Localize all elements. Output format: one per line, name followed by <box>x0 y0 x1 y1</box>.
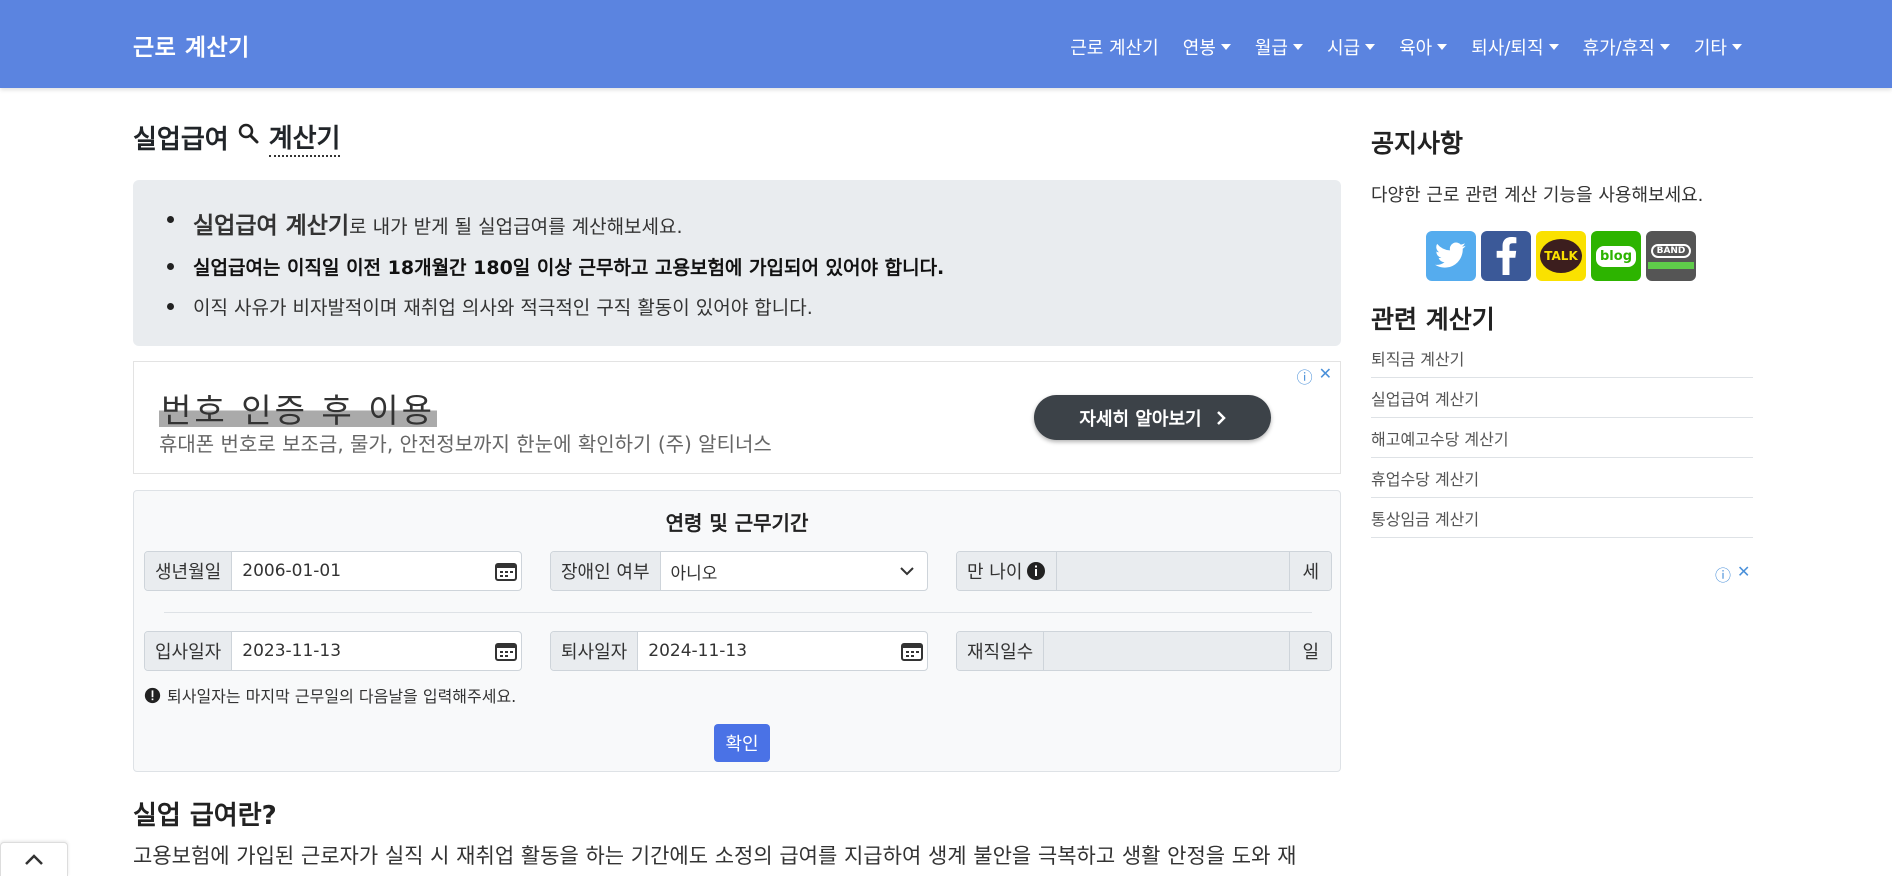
sidebar-ad-controls: ⓘ ✕ <box>1715 562 1750 586</box>
social-share: TALK blog BAND <box>1426 231 1696 281</box>
notice-description: 다양한 근로 관련 계산 기능을 사용해보세요. <box>1371 185 1704 206</box>
start-date-label: 입사일자 <box>145 632 233 670</box>
caret-down-icon <box>1293 44 1303 50</box>
page-title: 실업급여 계산기 <box>133 118 341 157</box>
section-title: 실업 급여란? <box>133 801 277 831</box>
twitter-icon[interactable] <box>1426 231 1476 281</box>
blog-icon[interactable]: blog <box>1591 231 1641 281</box>
brand-logo[interactable]: 근로 계산기 <box>133 28 250 62</box>
disability-field: 장애인 여부 아니오 <box>550 551 928 591</box>
calendar-icon[interactable] <box>491 552 521 590</box>
ad-close-icon[interactable]: ✕ <box>1737 562 1750 586</box>
info-icon <box>1027 562 1046 580</box>
birth-date-label: 생년월일 <box>145 552 233 590</box>
section-text: 고용보험에 가입된 근로자가 실직 시 재취업 활동을 하는 기간에도 소정의 … <box>133 844 1297 868</box>
tenure-days-unit: 일 <box>1289 632 1331 670</box>
age-label: 만 나이 <box>957 552 1058 590</box>
end-date-note: 퇴사일자는 마지막 근무일의 다음날을 입력해주세요. <box>144 683 516 707</box>
tenure-days-output <box>1044 632 1290 670</box>
nav-menu: 근로 계산기 연봉 월급 시급 육아 퇴사/퇴직 휴가/휴직 기타 <box>1070 34 1742 60</box>
related-item-unemployment[interactable]: 실업급여 계산기 <box>1371 378 1753 418</box>
info-line-1: 실업급여 계산기로 내가 받게 될 실업급여를 계산해보세요. <box>165 206 1341 240</box>
end-date-label: 퇴사일자 <box>551 632 639 670</box>
ad-info-icon[interactable]: ⓘ <box>1715 562 1731 586</box>
confirm-button[interactable]: 확인 <box>714 724 770 762</box>
caret-down-icon <box>1437 44 1448 50</box>
band-icon[interactable]: BAND <box>1646 231 1696 281</box>
scroll-to-top-button[interactable] <box>0 842 68 876</box>
ad-title: 번호 인증 후 이용 <box>159 384 437 432</box>
caret-down-icon <box>1548 44 1559 50</box>
facebook-icon[interactable] <box>1481 231 1531 281</box>
chevron-down-icon[interactable] <box>887 552 927 590</box>
nav-item-annual-salary[interactable]: 연봉 <box>1183 34 1231 60</box>
nav-item-hourly-wage[interactable]: 시급 <box>1327 34 1376 60</box>
related-title: 관련 계산기 <box>1371 305 1495 334</box>
ad-learn-more-button[interactable]: 자세히 알아보기 <box>1034 395 1271 440</box>
nav-item-leave[interactable]: 휴가/휴직 <box>1583 34 1670 60</box>
search-icon <box>237 122 261 153</box>
chevron-right-icon <box>1216 410 1226 425</box>
notice-title: 공지사항 <box>1371 129 1464 158</box>
related-item-severance[interactable]: 퇴직금 계산기 <box>1371 338 1753 378</box>
related-item-dismissal-notice[interactable]: 해고예고수당 계산기 <box>1371 418 1753 458</box>
ad-subtitle: 휴대폰 번호로 보조금, 물가, 안전정보까지 한눈에 확인하기 (주) 알티너… <box>159 432 772 456</box>
top-navbar: 근로 계산기 근로 계산기 연봉 월급 시급 육아 퇴사/퇴직 휴가/휴직 기타 <box>0 0 1892 88</box>
end-date-input[interactable]: 2024-11-13 <box>638 632 897 670</box>
end-date-field: 퇴사일자 2024-11-13 <box>550 631 928 671</box>
info-line-2: 실업급여는 이직일 이전 18개월간 180일 이상 근무하고 고용보험에 가입… <box>165 253 1341 280</box>
caret-down-icon <box>1220 44 1231 50</box>
calculator-form: 연령 및 근무기간 생년월일 2006-01-01 장애인 여부 아니오 만 나… <box>133 490 1341 772</box>
divider <box>164 612 1312 613</box>
nav-item-childcare[interactable]: 육아 <box>1399 34 1448 60</box>
chevron-up-icon <box>25 853 43 865</box>
calendar-icon[interactable] <box>897 632 927 670</box>
title-suffix: 계산기 <box>268 118 341 157</box>
nav-item-resignation[interactable]: 퇴사/퇴직 <box>1471 34 1559 60</box>
caret-down-icon <box>1365 44 1376 50</box>
form-heading: 연령 및 근무기간 <box>665 511 809 535</box>
birth-date-field: 생년월일 2006-01-01 <box>144 551 522 591</box>
disability-label: 장애인 여부 <box>551 552 661 590</box>
tenure-days-label: 재직일수 <box>957 632 1045 670</box>
related-item-suspension[interactable]: 휴업수당 계산기 <box>1371 458 1753 498</box>
birth-date-input[interactable]: 2006-01-01 <box>232 552 491 590</box>
kakaotalk-icon[interactable]: TALK <box>1536 231 1586 281</box>
nav-item-etc[interactable]: 기타 <box>1694 34 1742 60</box>
related-list: 퇴직금 계산기 실업급여 계산기 해고예고수당 계산기 휴업수당 계산기 통상임… <box>1371 338 1753 538</box>
info-line-3: 이직 사유가 비자발적이며 재취업 의사와 적극적인 구직 활동이 있어야 합니… <box>165 293 1341 320</box>
start-date-field: 입사일자 2023-11-13 <box>144 631 522 671</box>
age-field: 만 나이 세 <box>956 551 1332 591</box>
caret-down-icon <box>1659 44 1670 50</box>
nav-item-labor-calculator[interactable]: 근로 계산기 <box>1070 34 1159 60</box>
nav-item-monthly-salary[interactable]: 월급 <box>1255 34 1303 60</box>
exclamation-icon <box>144 687 161 703</box>
calendar-icon[interactable] <box>491 632 521 670</box>
related-item-ordinary-wage[interactable]: 통상임금 계산기 <box>1371 498 1753 538</box>
start-date-input[interactable]: 2023-11-13 <box>232 632 491 670</box>
ad-controls: ⓘ ✕ <box>1297 364 1332 388</box>
title-prefix: 실업급여 <box>133 125 229 155</box>
tenure-days-field: 재직일수 일 <box>956 631 1332 671</box>
age-unit: 세 <box>1289 552 1331 590</box>
info-box: 실업급여 계산기로 내가 받게 될 실업급여를 계산해보세요. 실업급여는 이직… <box>133 180 1341 346</box>
age-output <box>1057 552 1290 590</box>
advertisement-banner[interactable]: 번호 인증 후 이용 휴대폰 번호로 보조금, 물가, 안전정보까지 한눈에 확… <box>133 361 1341 474</box>
ad-close-icon[interactable]: ✕ <box>1319 364 1332 388</box>
ad-info-icon[interactable]: ⓘ <box>1297 364 1313 388</box>
caret-down-icon <box>1732 44 1742 50</box>
disability-select[interactable]: 아니오 <box>661 552 887 590</box>
